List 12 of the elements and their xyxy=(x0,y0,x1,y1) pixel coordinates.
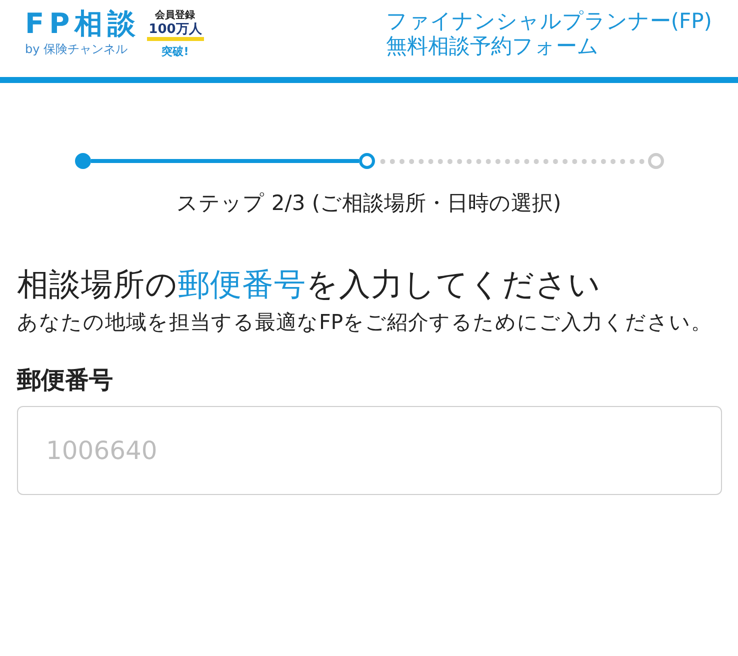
badge-text: 突破! xyxy=(162,46,189,57)
badge-text: 会員登録 xyxy=(155,11,196,21)
step-caption: ステップ 2/3 (ご相談場所・日時の選択) xyxy=(176,190,562,217)
logo-byline: by 保険チャンネル xyxy=(25,41,129,57)
logo-wordmark: FP相談 xyxy=(25,7,141,40)
form-title: ファイナンシャルプランナー(FP) xyxy=(386,9,712,34)
postal-code-field[interactable]: 1006640 xyxy=(17,406,722,495)
field-label: 郵便番号 xyxy=(17,365,114,396)
badge-text: 100万人 xyxy=(146,23,204,41)
form-title: 無料相談予約フォーム xyxy=(386,34,600,59)
description-text: あなたの地域を担当する最適なFPをご紹介するためにご入力ください。 xyxy=(17,309,714,336)
section-heading: 相談場所の郵便番号を入力してください xyxy=(17,266,602,305)
